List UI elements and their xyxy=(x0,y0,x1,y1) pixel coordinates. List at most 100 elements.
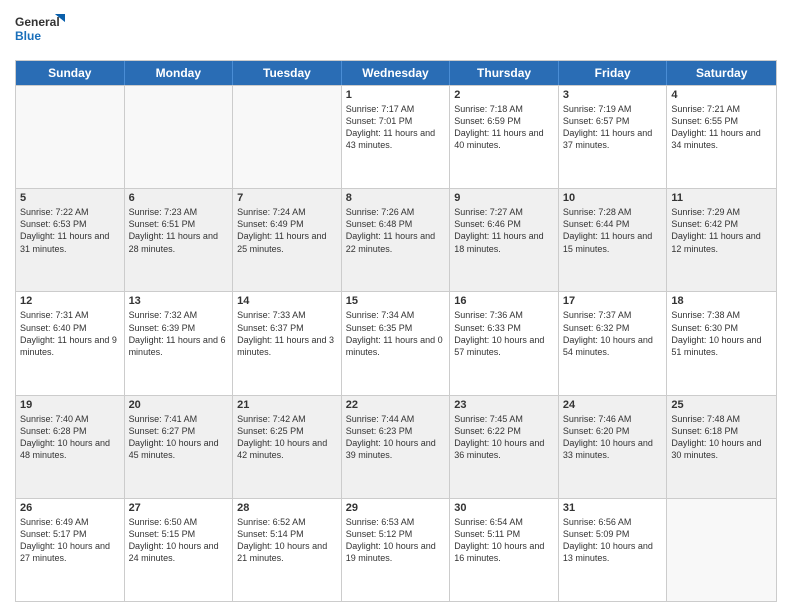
cell-info: Sunrise: 7:44 AMSunset: 6:23 PMDaylight:… xyxy=(346,413,446,462)
empty-cell xyxy=(16,86,125,188)
day-cell-13: 13 Sunrise: 7:32 AMSunset: 6:39 PMDayligh… xyxy=(125,292,234,394)
week-row-4: 19Sunrise: 7:40 AMSunset: 6:28 PMDayligh… xyxy=(16,395,776,498)
day-cell-1: 1 Sunrise: 7:17 AMSunset: 7:01 PMDaylight… xyxy=(342,86,451,188)
day-number: 20 xyxy=(129,399,229,411)
day-number: 21 xyxy=(237,399,337,411)
day-number: 17 xyxy=(563,295,663,307)
empty-cell xyxy=(125,86,234,188)
page: General Blue SundayMondayTuesdayWednesda… xyxy=(0,0,792,612)
day-cell-20: 20Sunrise: 7:41 AMSunset: 6:27 PMDayligh… xyxy=(125,396,234,498)
day-cell-31: 31 Sunrise: 6:56 AMSunset: 5:09 PMDayligh… xyxy=(559,499,668,601)
cell-info: Sunrise: 7:17 AMSunset: 7:01 PMDaylight:… xyxy=(346,103,446,152)
header-day-sunday: Sunday xyxy=(16,61,125,85)
day-number: 6 xyxy=(129,192,229,204)
cell-info: Sunrise: 7:21 AMSunset: 6:55 PMDaylight:… xyxy=(671,103,772,152)
cell-info: Sunrise: 7:22 AMSunset: 6:53 PMDaylight:… xyxy=(20,206,120,255)
day-cell-19: 19Sunrise: 7:40 AMSunset: 6:28 PMDayligh… xyxy=(16,396,125,498)
week-row-2: 5 Sunrise: 7:22 AMSunset: 6:53 PMDaylight… xyxy=(16,188,776,291)
day-number: 29 xyxy=(346,502,446,514)
day-cell-4: 4 Sunrise: 7:21 AMSunset: 6:55 PMDaylight… xyxy=(667,86,776,188)
day-cell-3: 3 Sunrise: 7:19 AMSunset: 6:57 PMDaylight… xyxy=(559,86,668,188)
header-day-tuesday: Tuesday xyxy=(233,61,342,85)
day-number: 31 xyxy=(563,502,663,514)
week-row-5: 26 Sunrise: 6:49 AMSunset: 5:17 PMDayligh… xyxy=(16,498,776,601)
cell-info: Sunrise: 7:24 AMSunset: 6:49 PMDaylight:… xyxy=(237,206,337,255)
cell-info: Sunrise: 6:50 AMSunset: 5:15 PMDaylight:… xyxy=(129,516,229,565)
header-day-monday: Monday xyxy=(125,61,234,85)
day-number: 24 xyxy=(563,399,663,411)
day-cell-29: 29Sunrise: 6:53 AMSunset: 5:12 PMDayligh… xyxy=(342,499,451,601)
cell-info: Sunrise: 7:45 AMSunset: 6:22 PMDaylight:… xyxy=(454,413,554,462)
cell-info: Sunrise: 7:42 AMSunset: 6:25 PMDaylight:… xyxy=(237,413,337,462)
day-number: 11 xyxy=(671,192,772,204)
day-number: 27 xyxy=(129,502,229,514)
empty-cell xyxy=(667,499,776,601)
day-cell-21: 21 Sunrise: 7:42 AMSunset: 6:25 PMDayligh… xyxy=(233,396,342,498)
day-cell-11: 11 Sunrise: 7:29 AMSunset: 6:42 PMDayligh… xyxy=(667,189,776,291)
cell-info: Sunrise: 7:34 AMSunset: 6:35 PMDaylight:… xyxy=(346,309,446,358)
calendar-body: 1 Sunrise: 7:17 AMSunset: 7:01 PMDaylight… xyxy=(16,85,776,601)
header: General Blue xyxy=(15,10,777,52)
header-day-thursday: Thursday xyxy=(450,61,559,85)
day-number: 9 xyxy=(454,192,554,204)
cell-info: Sunrise: 7:33 AMSunset: 6:37 PMDaylight:… xyxy=(237,309,337,358)
day-cell-15: 15Sunrise: 7:34 AMSunset: 6:35 PMDayligh… xyxy=(342,292,451,394)
day-cell-23: 23Sunrise: 7:45 AMSunset: 6:22 PMDayligh… xyxy=(450,396,559,498)
calendar-header: SundayMondayTuesdayWednesdayThursdayFrid… xyxy=(16,61,776,85)
day-cell-24: 24 Sunrise: 7:46 AMSunset: 6:20 PMDayligh… xyxy=(559,396,668,498)
day-number: 2 xyxy=(454,89,554,101)
day-cell-28: 28 Sunrise: 6:52 AMSunset: 5:14 PMDayligh… xyxy=(233,499,342,601)
day-cell-17: 17 Sunrise: 7:37 AMSunset: 6:32 PMDayligh… xyxy=(559,292,668,394)
day-number: 14 xyxy=(237,295,337,307)
day-number: 28 xyxy=(237,502,337,514)
day-number: 26 xyxy=(20,502,120,514)
day-cell-8: 8 Sunrise: 7:26 AMSunset: 6:48 PMDaylight… xyxy=(342,189,451,291)
day-cell-27: 27 Sunrise: 6:50 AMSunset: 5:15 PMDayligh… xyxy=(125,499,234,601)
day-number: 7 xyxy=(237,192,337,204)
day-cell-30: 30 Sunrise: 6:54 AMSunset: 5:11 PMDayligh… xyxy=(450,499,559,601)
day-number: 19 xyxy=(20,399,120,411)
header-day-wednesday: Wednesday xyxy=(342,61,451,85)
cell-info: Sunrise: 7:27 AMSunset: 6:46 PMDaylight:… xyxy=(454,206,554,255)
cell-info: Sunrise: 7:23 AMSunset: 6:51 PMDaylight:… xyxy=(129,206,229,255)
day-cell-18: 18 Sunrise: 7:38 AMSunset: 6:30 PMDayligh… xyxy=(667,292,776,394)
day-number: 13 xyxy=(129,295,229,307)
cell-info: Sunrise: 7:37 AMSunset: 6:32 PMDaylight:… xyxy=(563,309,663,358)
day-cell-16: 16Sunrise: 7:36 AMSunset: 6:33 PMDayligh… xyxy=(450,292,559,394)
day-number: 5 xyxy=(20,192,120,204)
calendar: SundayMondayTuesdayWednesdayThursdayFrid… xyxy=(15,60,777,602)
cell-info: Sunrise: 7:18 AMSunset: 6:59 PMDaylight:… xyxy=(454,103,554,152)
cell-info: Sunrise: 6:54 AMSunset: 5:11 PMDaylight:… xyxy=(454,516,554,565)
cell-info: Sunrise: 7:38 AMSunset: 6:30 PMDaylight:… xyxy=(671,309,772,358)
cell-info: Sunrise: 7:26 AMSunset: 6:48 PMDaylight:… xyxy=(346,206,446,255)
cell-info: Sunrise: 7:36 AMSunset: 6:33 PMDaylight:… xyxy=(454,309,554,358)
day-number: 4 xyxy=(671,89,772,101)
svg-text:General: General xyxy=(15,15,60,29)
cell-info: Sunrise: 6:56 AMSunset: 5:09 PMDaylight:… xyxy=(563,516,663,565)
day-number: 3 xyxy=(563,89,663,101)
day-number: 12 xyxy=(20,295,120,307)
cell-info: Sunrise: 6:52 AMSunset: 5:14 PMDaylight:… xyxy=(237,516,337,565)
day-cell-10: 10Sunrise: 7:28 AMSunset: 6:44 PMDayligh… xyxy=(559,189,668,291)
svg-text:Blue: Blue xyxy=(15,29,41,43)
day-cell-7: 7 Sunrise: 7:24 AMSunset: 6:49 PMDaylight… xyxy=(233,189,342,291)
cell-info: Sunrise: 7:29 AMSunset: 6:42 PMDaylight:… xyxy=(671,206,772,255)
day-number: 25 xyxy=(671,399,772,411)
day-number: 30 xyxy=(454,502,554,514)
logo: General Blue xyxy=(15,10,65,52)
day-cell-22: 22Sunrise: 7:44 AMSunset: 6:23 PMDayligh… xyxy=(342,396,451,498)
week-row-1: 1 Sunrise: 7:17 AMSunset: 7:01 PMDaylight… xyxy=(16,85,776,188)
day-number: 8 xyxy=(346,192,446,204)
logo-svg: General Blue xyxy=(15,10,65,52)
cell-info: Sunrise: 7:28 AMSunset: 6:44 PMDaylight:… xyxy=(563,206,663,255)
cell-info: Sunrise: 7:32 AMSunset: 6:39 PMDaylight:… xyxy=(129,309,229,358)
cell-info: Sunrise: 7:46 AMSunset: 6:20 PMDaylight:… xyxy=(563,413,663,462)
cell-info: Sunrise: 7:19 AMSunset: 6:57 PMDaylight:… xyxy=(563,103,663,152)
day-cell-9: 9 Sunrise: 7:27 AMSunset: 6:46 PMDaylight… xyxy=(450,189,559,291)
header-day-friday: Friday xyxy=(559,61,668,85)
day-number: 18 xyxy=(671,295,772,307)
cell-info: Sunrise: 7:31 AMSunset: 6:40 PMDaylight:… xyxy=(20,309,120,358)
day-cell-6: 6 Sunrise: 7:23 AMSunset: 6:51 PMDaylight… xyxy=(125,189,234,291)
day-number: 1 xyxy=(346,89,446,101)
cell-info: Sunrise: 6:49 AMSunset: 5:17 PMDaylight:… xyxy=(20,516,120,565)
